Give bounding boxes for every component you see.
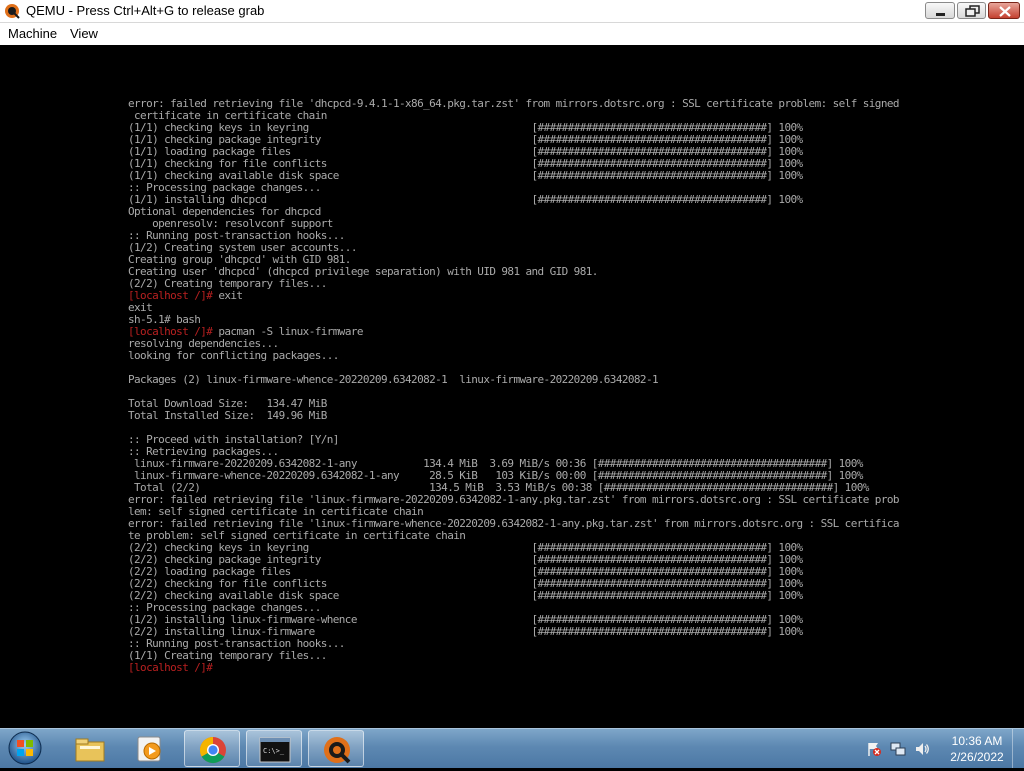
start-button[interactable]	[4, 730, 46, 767]
menu-machine[interactable]: Machine	[8, 26, 57, 41]
clock-date[interactable]: 2/26/2022	[946, 750, 1008, 764]
terminal-line: Packages (2) linux-firmware-whence-20220…	[128, 374, 899, 386]
taskbar-qemu[interactable]	[308, 730, 364, 767]
maximize-icon	[965, 5, 980, 17]
window-title-bar[interactable]: QEMU - Press Ctrl+Alt+G to release grab	[0, 0, 1024, 23]
window-title: QEMU - Press Ctrl+Alt+G to release grab	[26, 3, 265, 18]
taskbar: C:\>_ 10:36 AM 2/26/2022	[0, 728, 1024, 768]
terminal-line-text: Total Installed Size: 149.96 MiB	[128, 409, 327, 422]
terminal-line: looking for conflicting packages...	[128, 350, 899, 362]
terminal-line-text: looking for conflicting packages...	[128, 349, 339, 362]
terminal-line: [localhost /]#	[128, 662, 899, 674]
file-explorer-icon	[75, 738, 105, 762]
terminal-line: [localhost /]# exit	[128, 290, 899, 302]
terminal-output: error: failed retrieving file 'dhcpcd-9.…	[128, 98, 899, 674]
action-center-flag-icon[interactable]	[866, 741, 882, 757]
media-player-icon	[137, 736, 161, 762]
chrome-icon	[199, 736, 226, 764]
menu-view[interactable]: View	[70, 26, 98, 41]
close-icon	[999, 6, 1011, 17]
qemu-icon	[324, 737, 351, 764]
restore-button[interactable]	[957, 2, 986, 19]
qemu-icon	[4, 3, 20, 19]
windows-start-icon	[8, 731, 42, 765]
volume-icon[interactable]	[914, 741, 930, 757]
shell-prompt: [localhost /]#	[128, 661, 213, 674]
terminal-line: Total Installed Size: 149.96 MiB	[128, 410, 899, 422]
terminal-line: (1/1) Creating temporary files...	[128, 650, 899, 662]
minimize-button[interactable]	[925, 2, 955, 19]
svg-text:C:\>_: C:\>_	[263, 747, 285, 755]
taskbar-media-player[interactable]	[122, 730, 178, 767]
command-prompt-icon: C:\>_	[259, 737, 291, 763]
taskbar-file-explorer[interactable]	[62, 730, 118, 767]
terminal-line: (2/2) Creating temporary files...	[128, 278, 899, 290]
show-desktop-button[interactable]	[1012, 729, 1024, 768]
taskbar-chrome[interactable]	[184, 730, 240, 767]
terminal-line-text: Packages (2) linux-firmware-whence-20220…	[128, 373, 659, 386]
taskbar-command-prompt[interactable]: C:\>_	[246, 730, 302, 767]
network-icon[interactable]	[890, 741, 906, 757]
clock-time[interactable]: 10:36 AM	[946, 734, 1008, 748]
terminal-line: exit	[128, 302, 899, 314]
menu-bar: Machine View	[0, 23, 1024, 45]
close-button[interactable]	[988, 2, 1020, 19]
terminal-line-text: exit	[212, 289, 243, 302]
minimize-icon	[936, 13, 945, 16]
system-tray: 10:36 AM 2/26/2022	[860, 729, 1024, 768]
